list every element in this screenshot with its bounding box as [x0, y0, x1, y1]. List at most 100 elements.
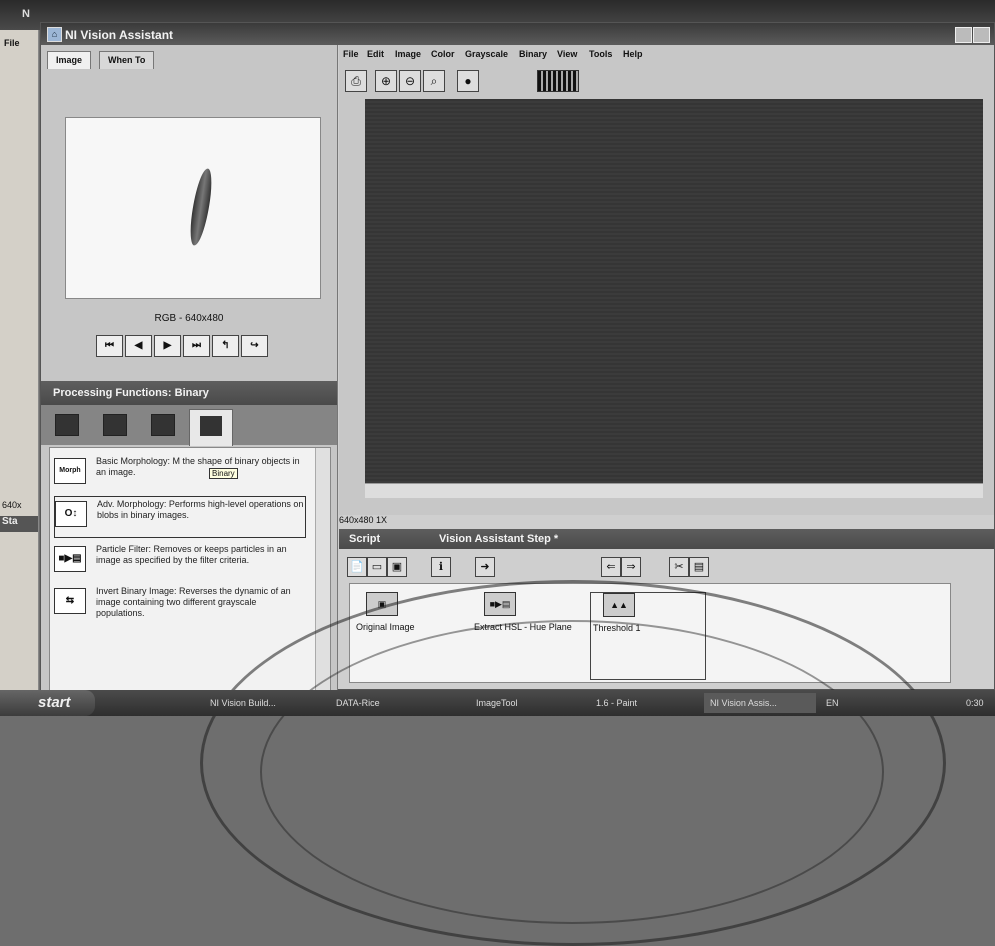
step-label: Threshold 1 [593, 623, 641, 633]
paste-icon[interactable]: ▤ [689, 557, 709, 577]
last-image-button[interactable]: ⏭ [183, 335, 210, 357]
image-dimensions-label: 640x480 1X [339, 515, 388, 525]
image-horizontal-scrollbar[interactable] [365, 483, 983, 498]
image-format-label: RGB - 640x480 [154, 313, 224, 324]
redo-button[interactable]: ↪ [241, 335, 268, 357]
zoom-fit-icon[interactable]: ⌕ [423, 70, 445, 92]
extract-hsl-icon: ■▶▤ [484, 592, 516, 616]
adv-morphology-icon: O↕ [55, 501, 87, 527]
open-script-icon[interactable]: ▭ [367, 557, 387, 577]
feather-image [187, 167, 215, 247]
script-label: Script [349, 533, 381, 545]
task-data-rice[interactable]: DATA-Rice [330, 693, 442, 713]
task-ni-vision-build[interactable]: NI Vision Build... [204, 693, 316, 713]
menu-edit[interactable]: Edit [367, 49, 384, 59]
image-navigation: ⏮ ◀ ▶ ⏭ ↰ ↪ [96, 335, 268, 357]
menu-color[interactable]: Color [431, 49, 455, 59]
menu-tools[interactable]: Tools [589, 49, 612, 59]
image-display[interactable] [365, 99, 983, 483]
cut-icon[interactable]: ✂ [669, 557, 689, 577]
task-paint[interactable]: 1.6 - Paint [590, 693, 690, 713]
function-basic-morphology[interactable]: Morph Basic Morphology: M the shape of b… [54, 454, 304, 490]
tab-image[interactable]: Image [47, 51, 92, 69]
background-window-panel: File 640x Sta [0, 30, 39, 690]
left-panel: Image When To RGB - 640x480 ⏮ ◀ ▶ ⏭ ↰ ↪ … [41, 45, 338, 711]
task-imagetool[interactable]: ImageTool [470, 693, 582, 713]
step-label: Extract HSL - Hue Plane [474, 622, 572, 632]
title-bar: ⌂ NI Vision Assistant [41, 23, 994, 45]
toolbar: ⎙ ⊕ ⊖ ⌕ ● [339, 63, 994, 96]
binary-functions-icon [200, 416, 222, 436]
menu-bar: File Edit Image Color Grayscale Binary V… [339, 45, 994, 63]
basic-morphology-icon: Morph [54, 458, 86, 484]
color-icon[interactable]: ● [457, 70, 479, 92]
start-button[interactable]: start [0, 690, 95, 716]
script-steps-area: ▣ Original Image ■▶▤ Extract HSL - Hue P… [349, 583, 951, 683]
minimize-button[interactable] [955, 27, 972, 43]
image-viewer-area [339, 95, 994, 515]
background-file-menu[interactable]: File [4, 38, 20, 48]
function-particle-filter[interactable]: ■▶▤ Particle Filter: Removes or keeps pa… [54, 542, 304, 578]
language-indicator[interactable]: EN [826, 693, 839, 713]
function-adv-morphology[interactable]: O↕ Adv. Morphology: Performs high-level … [54, 496, 306, 538]
zoom-out-icon[interactable]: ⊖ [399, 70, 421, 92]
invert-binary-icon: ⇆ [54, 588, 86, 614]
run-step-icon[interactable]: ➜ [475, 557, 495, 577]
script-toolbar: 📄 ▭ ▣ ℹ ➜ ⇐ ⇒ ✂ ▤ [339, 549, 994, 581]
menu-file[interactable]: File [343, 49, 359, 59]
save-script-icon[interactable]: ▣ [387, 557, 407, 577]
step-label: Original Image [356, 622, 415, 632]
processing-functions-header: Processing Functions: Binary [41, 381, 337, 405]
next-image-button[interactable]: ▶ [154, 335, 181, 357]
step-threshold[interactable]: ▲▲ Threshold 1 [590, 592, 706, 680]
background-window-title: N [22, 8, 30, 20]
tooltip: Binary [209, 468, 238, 479]
invert-binary-text: Invert Binary Image: Reverses the dynami… [96, 586, 291, 618]
palette-strip[interactable] [537, 70, 579, 92]
menu-image[interactable]: Image [395, 49, 421, 59]
processing-category-tabs [41, 405, 337, 446]
background-sta-label: Sta [0, 516, 38, 532]
maximize-button[interactable] [973, 27, 990, 43]
script-header: Script Vision Assistant Step * [339, 529, 994, 549]
particle-filter-icon: ■▶▤ [54, 546, 86, 572]
menu-view[interactable]: View [557, 49, 577, 59]
undo-button[interactable]: ↰ [212, 335, 239, 357]
processing-function-list: Morph Basic Morphology: M the shape of b… [49, 447, 331, 711]
task-ni-vision-assistant[interactable]: NI Vision Assis... [704, 693, 816, 713]
taskbar: start NI Vision Build... DATA-Rice Image… [0, 690, 995, 716]
basic-morphology-text: Basic Morphology: M the shape of binary … [96, 456, 300, 477]
forward-arrow-icon[interactable]: ⇒ [621, 557, 641, 577]
first-image-button[interactable]: ⏮ [96, 335, 123, 357]
background-dim-label: 640x [2, 500, 22, 510]
step-extract-hsl[interactable]: ■▶▤ Extract HSL - Hue Plane [472, 592, 592, 662]
function-invert-binary[interactable]: ⇆ Invert Binary Image: Reverses the dyna… [54, 584, 304, 620]
clock: 0:30 [966, 698, 984, 708]
threshold-icon: ▲▲ [603, 593, 635, 617]
tab-binary-functions[interactable] [189, 409, 233, 446]
new-script-icon[interactable]: 📄 [347, 557, 367, 577]
particle-filter-text: Particle Filter: Removes or keeps partic… [96, 544, 287, 565]
menu-binary[interactable]: Binary [519, 49, 547, 59]
step-info-icon[interactable]: ℹ [431, 557, 451, 577]
app-title: NI Vision Assistant [65, 28, 174, 42]
printer-icon[interactable]: ⎙ [345, 70, 367, 92]
adv-morphology-text: Adv. Morphology: Performs high-level ope… [97, 499, 304, 520]
app-icon: ⌂ [47, 27, 62, 42]
function-list-scrollbar[interactable] [315, 448, 330, 710]
tab-image-functions-icon[interactable] [55, 414, 79, 436]
menu-grayscale[interactable]: Grayscale [465, 49, 508, 59]
menu-help[interactable]: Help [623, 49, 643, 59]
zoom-in-icon[interactable]: ⊕ [375, 70, 397, 92]
back-arrow-icon[interactable]: ⇐ [601, 557, 621, 577]
tab-color-functions-icon[interactable] [103, 414, 127, 436]
step-original-image[interactable]: ▣ Original Image [354, 592, 464, 662]
tab-grayscale-functions-icon[interactable] [151, 414, 175, 436]
script-step-label: Vision Assistant Step * [439, 533, 559, 545]
image-preview [65, 117, 321, 299]
system-tray: EN 0:30 [820, 693, 995, 713]
previous-image-button[interactable]: ◀ [125, 335, 152, 357]
original-image-icon: ▣ [366, 592, 398, 616]
tab-when-to[interactable]: When To [99, 51, 155, 69]
vision-assistant-window: ⌂ NI Vision Assistant Image When To RGB … [40, 22, 995, 711]
